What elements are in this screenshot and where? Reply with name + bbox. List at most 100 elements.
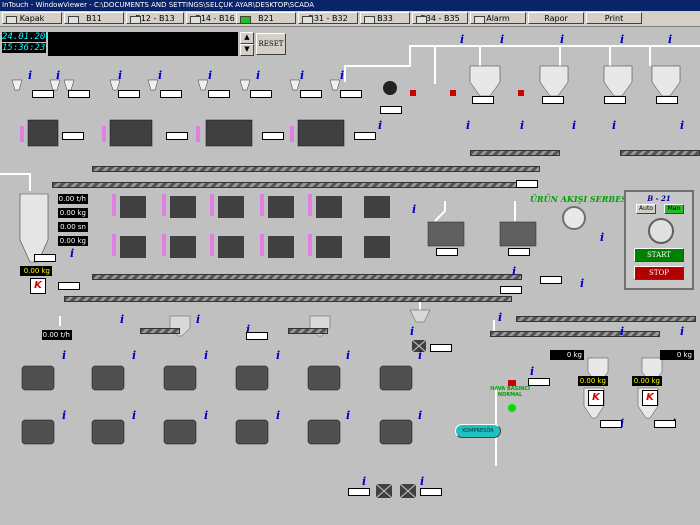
info-icon[interactable]: i <box>530 366 538 377</box>
info-icon[interactable]: i <box>132 350 140 361</box>
info-icon[interactable]: i <box>560 34 568 45</box>
info-icon[interactable]: i <box>208 70 216 81</box>
equipment-tag[interactable] <box>300 90 322 98</box>
equipment-tag[interactable] <box>160 90 182 98</box>
info-icon[interactable]: i <box>420 476 428 487</box>
equipment-tag[interactable] <box>500 286 522 294</box>
info-icon[interactable]: i <box>572 120 580 131</box>
equipment-tag[interactable] <box>32 90 54 98</box>
weight-readout-right-2: 0 kg <box>660 350 694 360</box>
equipment-tag[interactable] <box>508 248 530 256</box>
equipment-tag[interactable] <box>68 90 90 98</box>
equipment-tag[interactable] <box>542 96 564 104</box>
mode-selector-knob[interactable] <box>648 218 674 244</box>
stop-button[interactable]: STOP <box>634 266 684 280</box>
equipment-tag[interactable] <box>380 106 402 114</box>
info-icon[interactable]: i <box>498 312 506 323</box>
equipment-tag[interactable] <box>208 90 230 98</box>
info-icon[interactable]: i <box>612 120 620 131</box>
tab-label: Alarm <box>486 14 510 23</box>
info-icon[interactable]: i <box>520 120 528 131</box>
equipment-tag[interactable] <box>166 132 188 140</box>
tab-b31-b32[interactable]: B31 - B32 <box>298 12 358 24</box>
info-icon[interactable]: i <box>300 70 308 81</box>
info-icon[interactable]: i <box>418 350 426 361</box>
equipment-tag[interactable] <box>348 488 370 496</box>
tab-b12-b13[interactable]: B12 - B13 <box>126 12 184 24</box>
info-icon[interactable]: i <box>276 350 284 361</box>
tab-b21[interactable]: B21 <box>236 12 296 24</box>
info-icon[interactable]: i <box>362 476 370 487</box>
auto-mode-button[interactable]: Auto <box>636 204 656 214</box>
equipment-tag[interactable] <box>654 420 676 428</box>
equipment-tag[interactable] <box>340 90 362 98</box>
info-icon[interactable]: i <box>410 326 418 337</box>
info-icon[interactable]: i <box>70 248 78 259</box>
info-icon[interactable]: i <box>62 350 70 361</box>
info-icon[interactable]: i <box>132 410 140 421</box>
equipment-tag[interactable] <box>516 180 538 188</box>
flow-rate-readout: 0.00 t/h <box>58 194 88 204</box>
tab-print[interactable]: Print <box>586 12 642 24</box>
info-icon[interactable]: i <box>158 70 166 81</box>
control-panel-title: B - 21 <box>647 194 671 203</box>
scale-weight-right-2: 0.00 kg <box>632 376 662 386</box>
info-icon[interactable]: i <box>600 232 608 243</box>
info-icon[interactable]: i <box>378 120 386 131</box>
equipment-tag[interactable] <box>430 344 452 352</box>
equipment-tag[interactable] <box>250 90 272 98</box>
info-icon[interactable]: i <box>620 34 628 45</box>
equipment-tag[interactable] <box>604 96 626 104</box>
info-icon[interactable]: i <box>620 326 628 337</box>
equipment-tag[interactable] <box>420 488 442 496</box>
equipment-tag[interactable] <box>262 132 284 140</box>
equipment-tag[interactable] <box>528 378 550 386</box>
info-icon[interactable]: i <box>204 410 212 421</box>
info-icon[interactable]: i <box>466 120 474 131</box>
start-button[interactable]: START <box>634 248 684 262</box>
equipment-tag[interactable] <box>354 132 376 140</box>
manual-mode-button[interactable]: Man <box>664 204 684 214</box>
info-icon[interactable]: i <box>28 70 36 81</box>
info-icon[interactable]: i <box>56 70 64 81</box>
info-icon[interactable]: i <box>512 266 520 277</box>
info-icon[interactable]: i <box>680 120 688 131</box>
equipment-tag[interactable] <box>34 254 56 262</box>
equipment-tag[interactable] <box>58 282 80 290</box>
info-icon[interactable]: i <box>196 314 204 325</box>
info-icon[interactable]: i <box>346 410 354 421</box>
info-icon[interactable]: i <box>460 34 468 45</box>
info-icon[interactable]: i <box>580 278 588 289</box>
info-icon[interactable]: i <box>418 410 426 421</box>
equipment-tag[interactable] <box>656 96 678 104</box>
tab-b33[interactable]: B33 <box>360 12 410 24</box>
equipment-tag[interactable] <box>62 132 84 140</box>
info-icon[interactable]: i <box>668 34 676 45</box>
info-icon[interactable]: i <box>256 70 264 81</box>
equipment-tag[interactable] <box>436 248 458 256</box>
info-icon[interactable]: i <box>340 70 348 81</box>
info-icon[interactable]: i <box>120 314 128 325</box>
equipment-tag[interactable] <box>118 90 140 98</box>
compressor-button[interactable]: KOMPRESÖR <box>455 424 501 438</box>
info-icon[interactable]: i <box>276 410 284 421</box>
info-icon[interactable]: i <box>500 34 508 45</box>
tab-kapak[interactable]: Kapak <box>2 12 62 24</box>
info-icon[interactable]: i <box>118 70 126 81</box>
info-icon[interactable]: i <box>346 350 354 361</box>
equipment-tag[interactable] <box>472 96 494 104</box>
flow-selector-knob[interactable] <box>562 206 586 230</box>
equipment-tag[interactable] <box>600 420 622 428</box>
weight-readout: 0.00 kg <box>58 208 88 218</box>
tab-indicator <box>364 16 375 24</box>
info-icon[interactable]: i <box>62 410 70 421</box>
info-icon[interactable]: i <box>204 350 212 361</box>
tab-b11[interactable]: B11 <box>64 12 124 24</box>
tab-rapor[interactable]: Rapor <box>528 12 584 24</box>
equipment-tag[interactable] <box>540 276 562 284</box>
info-icon[interactable]: i <box>412 204 420 215</box>
equipment-tag[interactable] <box>246 332 268 340</box>
info-icon[interactable]: i <box>680 326 688 337</box>
tab-b34-b35[interactable]: B34 - B35 <box>412 12 468 24</box>
tab-alarm[interactable]: Alarm <box>470 12 526 24</box>
